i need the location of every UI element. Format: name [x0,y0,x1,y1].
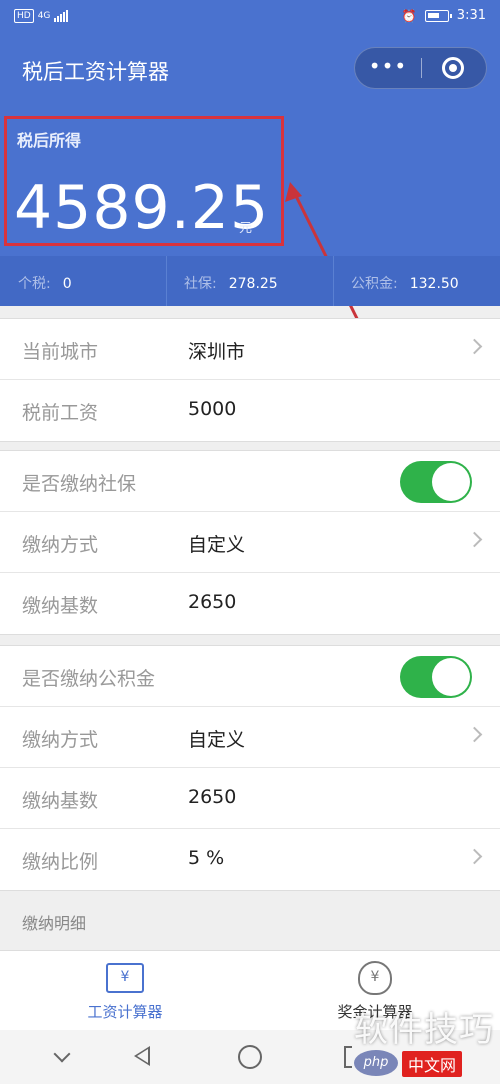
fund-toggle-switch[interactable] [400,656,472,698]
payment-detail-heading: 缴纳明细 [22,914,87,933]
chevron-right-icon [466,726,483,743]
fund-base-row[interactable]: 缴纳基数 2650 [0,768,500,829]
tab-label: 奖金计算器 [337,1003,413,1021]
salary-calculator-icon: ¥ [106,963,144,993]
social-base-label: 缴纳基数 [22,595,99,617]
social-base-input[interactable]: 2650 [188,591,236,613]
city-row[interactable]: 当前城市 深圳市 [0,319,500,380]
summary-tax-value: 0 [62,276,72,292]
salary-label: 税前工资 [22,402,99,424]
social-toggle-switch[interactable] [400,461,472,503]
fund-base-label: 缴纳基数 [22,790,99,812]
chevron-right-icon [466,338,483,355]
social-base-row[interactable]: 缴纳基数 2650 [0,573,500,634]
fund-base-input[interactable]: 2650 [188,786,236,808]
salary-row[interactable]: 税前工资 5000 [0,380,500,441]
salary-input[interactable]: 5000 [188,398,236,420]
fund-method-value: 自定义 [188,729,246,751]
summary-tax: 个税: 0 [18,273,72,293]
city-value: 深圳市 [188,341,246,363]
home-icon[interactable] [238,1045,262,1069]
back-icon[interactable] [134,1046,150,1066]
city-label: 当前城市 [22,341,99,363]
fund-toggle-label: 是否缴纳公积金 [22,668,156,690]
summary-social-value: 278.25 [228,276,278,292]
social-method-value: 自定义 [188,534,246,556]
fund-method-row[interactable]: 缴纳方式 自定义 [0,707,500,768]
deduction-summary: 个税: 0 社保: 278.25 公积金: 132.50 [0,256,500,306]
tab-bar: ¥ 工资计算器 ¥ 奖金计算器 [0,950,500,1030]
money-bag-icon: ¥ [358,961,392,995]
system-nav-bar [0,1030,500,1084]
chevron-right-icon [466,848,483,865]
hide-nav-icon[interactable] [53,1045,71,1063]
fund-ratio-row[interactable]: 缴纳比例 5 % [0,829,500,890]
summary-fund: 公积金: 132.50 [351,273,459,293]
summary-fund-label: 公积金: [351,276,398,292]
summary-fund-value: 132.50 [409,276,459,292]
chevron-right-icon [466,531,483,548]
fund-ratio-label: 缴纳比例 [22,851,99,873]
summary-tax-label: 个税: [18,276,51,292]
fund-toggle-row: 是否缴纳公积金 [0,646,500,707]
social-security-group: 是否缴纳社保 缴纳方式 自定义 缴纳基数 2650 [0,450,500,635]
basic-settings-group: 当前城市 深圳市 税前工资 5000 [0,318,500,442]
social-toggle-label: 是否缴纳社保 [22,473,137,495]
summary-divider [333,256,334,306]
social-toggle-row: 是否缴纳社保 [0,451,500,512]
social-method-label: 缴纳方式 [22,534,99,556]
summary-divider [166,256,167,306]
tab-salary-calculator[interactable]: ¥ 工资计算器 [0,951,250,1031]
social-method-row[interactable]: 缴纳方式 自定义 [0,512,500,573]
tab-label: 工资计算器 [87,1003,163,1021]
fund-method-label: 缴纳方式 [22,729,99,751]
summary-social: 社保: 278.25 [184,273,278,293]
summary-social-label: 社保: [184,276,217,292]
tab-bonus-calculator[interactable]: ¥ 奖金计算器 [250,951,500,1031]
fund-ratio-value: 5 % [188,847,225,869]
housing-fund-group: 是否缴纳公积金 缴纳方式 自定义 缴纳基数 2650 缴纳比例 5 % [0,645,500,891]
recent-apps-icon[interactable] [344,1046,352,1068]
